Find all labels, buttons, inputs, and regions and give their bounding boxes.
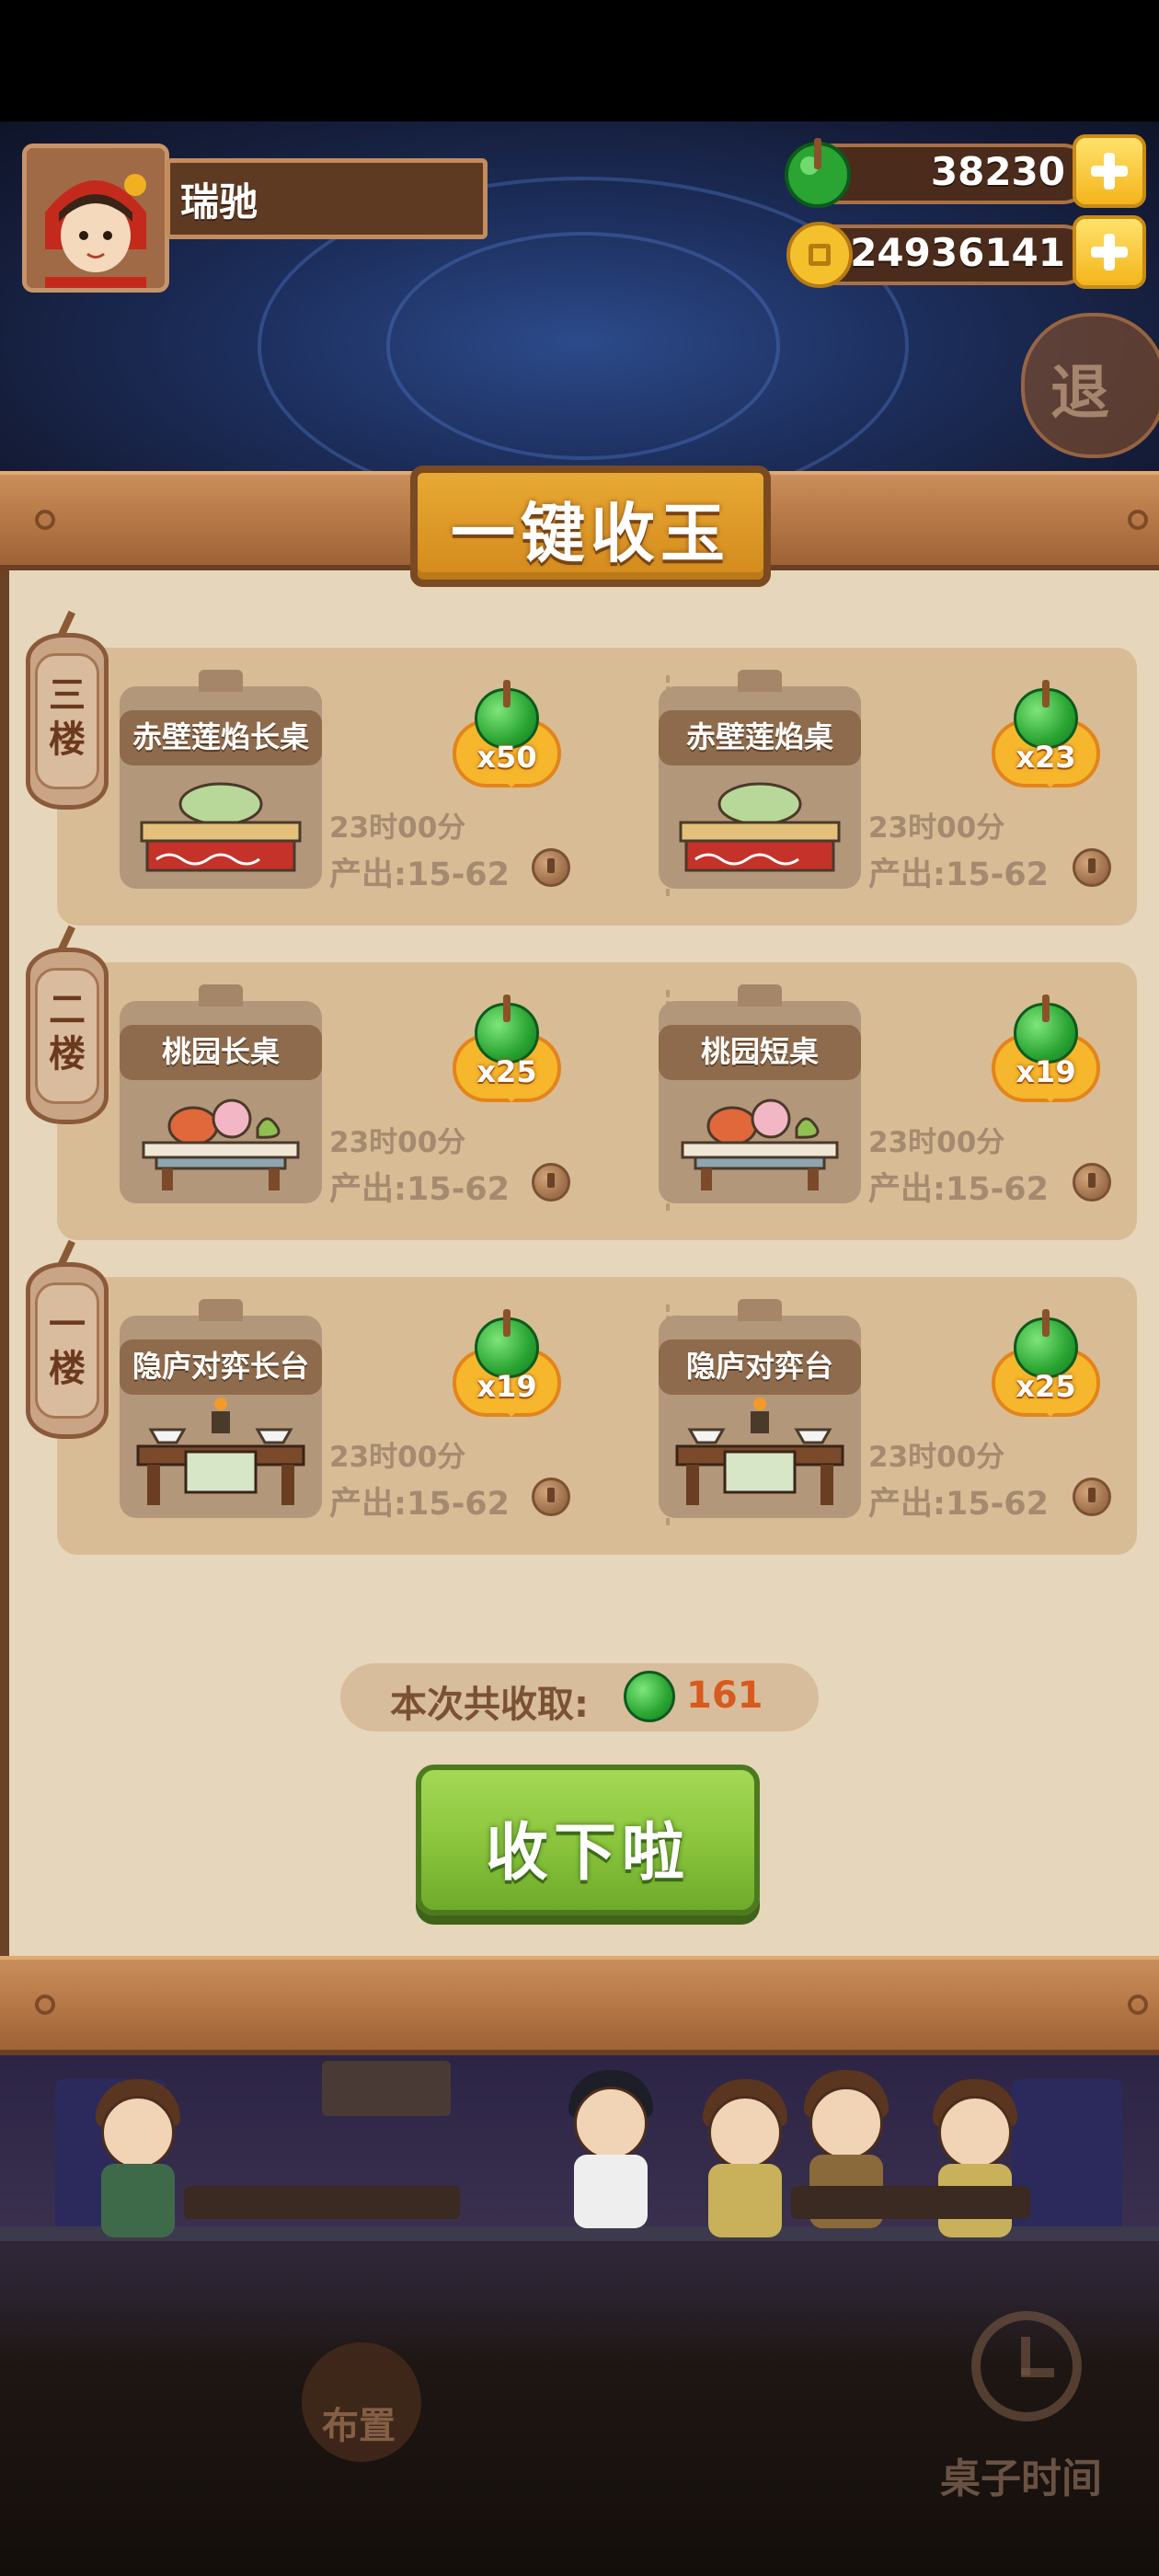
chess-table-icon bbox=[136, 1397, 305, 1505]
floor-label: 一 楼 bbox=[49, 1304, 86, 1390]
jade-icon bbox=[624, 1671, 675, 1722]
red-lotus-table-icon bbox=[140, 782, 302, 872]
jade-reward-badge: x25 bbox=[992, 1309, 1100, 1420]
reward-quantity: x19 bbox=[1016, 1054, 1076, 1089]
collect-button-label: 收下啦 bbox=[485, 1817, 690, 1890]
output-range: 产出:15-62 bbox=[329, 1486, 510, 1523]
output-range: 产出:15-62 bbox=[868, 1486, 1049, 1523]
table-card[interactable]: 赤壁莲焰桌 bbox=[659, 670, 861, 889]
player-avatar[interactable] bbox=[22, 144, 169, 293]
add-jade-button[interactable] bbox=[1073, 134, 1146, 208]
panel-bottom-plank bbox=[0, 1956, 1159, 2055]
total-label: 本次共收取: bbox=[390, 1684, 589, 1726]
peach-garden-table-icon bbox=[681, 1098, 839, 1190]
coin-icon bbox=[532, 1163, 570, 1202]
timer: 23时00分 bbox=[329, 811, 466, 845]
layout-label: 布置 bbox=[322, 2405, 396, 2447]
table-time-label: 桌子时间 bbox=[940, 2455, 1102, 2502]
timer: 23时00分 bbox=[868, 1126, 1005, 1159]
table-name: 桃园短桌 bbox=[659, 1025, 861, 1080]
table-name: 隐庐对弈长台 bbox=[120, 1340, 322, 1395]
reward-quantity: x25 bbox=[476, 1054, 537, 1089]
coin-amount: 24936141 bbox=[850, 230, 1065, 275]
jade-reward-badge: x23 bbox=[992, 680, 1100, 791]
npc-character-3 bbox=[699, 2079, 791, 2237]
scene-table-2 bbox=[791, 2186, 1030, 2219]
table-name: 隐庐对弈台 bbox=[659, 1340, 861, 1395]
timer: 23时00分 bbox=[329, 1126, 466, 1159]
status-bar bbox=[0, 0, 1159, 121]
table-name: 赤壁莲焰长桌 bbox=[120, 710, 322, 765]
floor-label: 三 楼 bbox=[49, 674, 86, 761]
red-lotus-table-icon bbox=[679, 782, 841, 872]
player-name: 瑞驰 bbox=[180, 179, 258, 224]
reward-quantity: x19 bbox=[476, 1369, 537, 1404]
reward-quantity: x25 bbox=[1016, 1369, 1076, 1404]
jade-reward-badge: x50 bbox=[453, 680, 561, 791]
npc-character-1 bbox=[92, 2079, 184, 2237]
npc-character-2 bbox=[565, 2070, 657, 2236]
add-coin-button[interactable] bbox=[1073, 215, 1146, 289]
coin-icon bbox=[1073, 1163, 1111, 1202]
output-range: 产出:15-62 bbox=[329, 1171, 510, 1208]
table-card[interactable]: 桃园长桌 bbox=[120, 984, 322, 1203]
table-card[interactable]: 赤壁莲焰长桌 bbox=[120, 670, 322, 889]
output-range: 产出:15-62 bbox=[868, 857, 1049, 893]
jade-reward-badge: x25 bbox=[453, 995, 561, 1106]
timer: 23时00分 bbox=[868, 811, 1005, 845]
timer: 23时00分 bbox=[329, 1441, 466, 1474]
clock-icon[interactable] bbox=[971, 2311, 1082, 2421]
floor-tag-2: 二 楼 bbox=[26, 925, 109, 1124]
floor-tag-1: 一 楼 bbox=[26, 1239, 109, 1439]
table-card[interactable]: 隐庐对弈台 bbox=[659, 1299, 861, 1518]
jade-reward-badge: x19 bbox=[453, 1309, 561, 1420]
output-range: 产出:15-62 bbox=[329, 857, 510, 893]
coin-icon bbox=[532, 1478, 570, 1516]
table-card[interactable]: 隐庐对弈长台 bbox=[120, 1299, 322, 1518]
output-range: 产出:15-62 bbox=[868, 1171, 1049, 1208]
floor-label: 二 楼 bbox=[49, 989, 86, 1075]
jade-amount: 38230 bbox=[930, 149, 1065, 194]
jade-reward-badge: x19 bbox=[992, 995, 1100, 1106]
floor-tag-3: 三 楼 bbox=[26, 610, 109, 810]
exit-label: 退 bbox=[1050, 360, 1109, 428]
reward-quantity: x23 bbox=[1016, 740, 1076, 775]
scene-table-1 bbox=[184, 2186, 460, 2219]
total-value: 161 bbox=[686, 1674, 763, 1717]
peach-garden-table-icon bbox=[142, 1098, 300, 1190]
chess-table-icon bbox=[675, 1397, 844, 1505]
panel-title: 一键收玉 bbox=[451, 496, 730, 571]
table-name: 桃园长桌 bbox=[120, 1025, 322, 1080]
table-name: 赤壁莲焰桌 bbox=[659, 710, 861, 765]
reward-quantity: x50 bbox=[476, 740, 537, 775]
coin-icon bbox=[1073, 848, 1111, 887]
coin-icon bbox=[532, 848, 570, 887]
timer: 23时00分 bbox=[868, 1441, 1005, 1474]
table-card[interactable]: 桃园短桌 bbox=[659, 984, 861, 1203]
coin-icon bbox=[1073, 1478, 1111, 1516]
